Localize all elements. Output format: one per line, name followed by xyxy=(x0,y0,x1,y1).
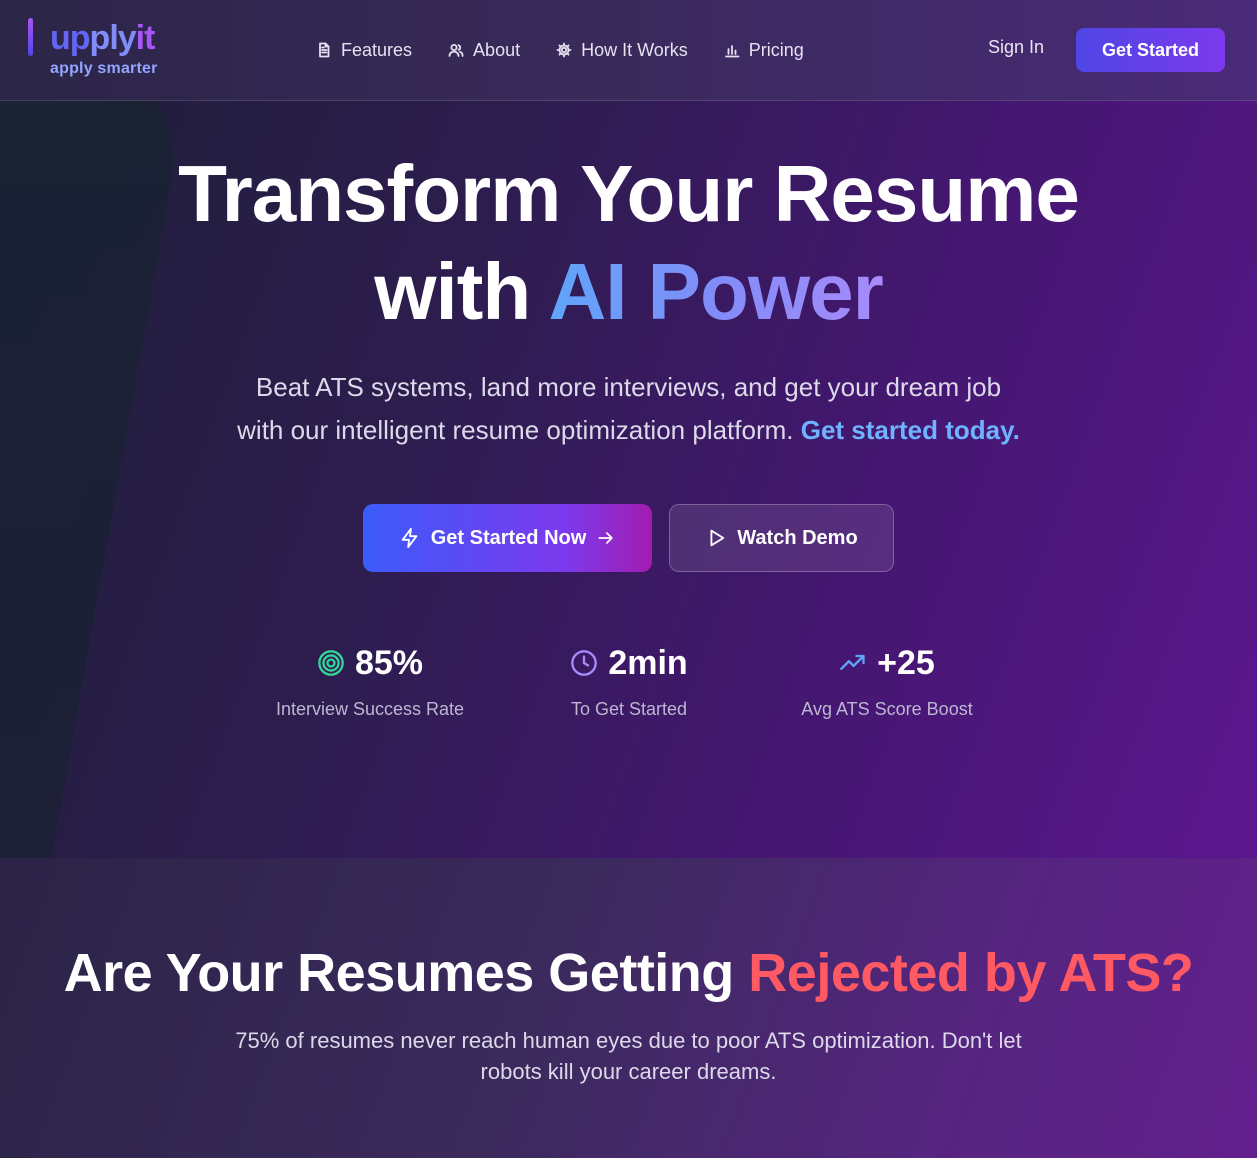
users-icon xyxy=(448,44,464,57)
top-navbar: upplyit apply smarter Features About How… xyxy=(0,0,1257,101)
section-subtitle-line1: 75% of resumes never reach human eyes du… xyxy=(235,1028,1022,1053)
hero-subtitle-line1: Beat ATS systems, land more interviews, … xyxy=(255,372,1002,402)
nav-item-label: How It Works xyxy=(581,39,688,60)
stat-top: +25 xyxy=(767,641,1007,685)
stat-label: Interview Success Rate xyxy=(275,699,465,719)
hero-subtitle-line2: with our intelligent resume optimization… xyxy=(0,409,1257,452)
hero-section: Transform Your Resume with AI Power Beat… xyxy=(0,101,1257,858)
document-icon xyxy=(319,42,330,58)
ats-rejection-section: Are Your Resumes Getting Rejected by ATS… xyxy=(0,858,1257,1158)
section-title: Are Your Resumes Getting Rejected by ATS… xyxy=(0,940,1257,1006)
stat-label: To Get Started xyxy=(570,699,688,719)
stat-top: 85% xyxy=(250,641,490,685)
nav-item-label: Features xyxy=(341,39,413,60)
target-icon xyxy=(318,650,344,676)
lightning-icon xyxy=(401,527,418,549)
nav-item-features[interactable]: Features xyxy=(316,36,412,64)
nav-item-label: About xyxy=(473,39,521,60)
clock-icon xyxy=(571,650,598,676)
stat-value: +25 xyxy=(877,643,935,682)
hero-title-prefix: with xyxy=(374,247,549,336)
hero-title-highlight: AI Power xyxy=(548,247,883,336)
get-started-now-label: Get Started Now xyxy=(430,526,587,549)
stat-label: Avg ATS Score Boost xyxy=(801,699,973,719)
stat-value: 85% xyxy=(354,643,424,682)
nav-item-about[interactable]: About xyxy=(448,36,520,64)
logo-part-ply: ply xyxy=(89,19,137,57)
get-started-today-link[interactable]: Get started today. xyxy=(801,415,1020,445)
section-title-prefix: Are Your Resumes Getting xyxy=(63,943,749,1003)
logo-bar xyxy=(28,18,33,56)
stat-value: 2min xyxy=(608,643,688,682)
sign-in-link[interactable]: Sign In xyxy=(988,37,1044,58)
watch-demo-button[interactable]: Watch Demo xyxy=(669,504,894,572)
gear-icon xyxy=(556,42,572,58)
arrow-right-icon xyxy=(598,532,613,544)
watch-demo-label: Watch Demo xyxy=(737,526,858,549)
get-started-now-button[interactable]: Get Started Now xyxy=(363,504,652,572)
stat-top: 2min xyxy=(509,641,749,685)
logo-tagline: apply smarter xyxy=(50,60,158,77)
hero-subtitle-text: with our intelligent resume optimization… xyxy=(237,415,801,445)
get-started-button[interactable]: Get Started xyxy=(1076,28,1225,72)
section-subtitle-line2: robots kill your career dreams. xyxy=(480,1059,777,1084)
stat-ats-boost: +25 Avg ATS Score Boost xyxy=(767,641,1007,720)
play-icon xyxy=(710,529,725,547)
nav-item-how-it-works[interactable]: How It Works xyxy=(556,36,688,64)
trending-up-icon xyxy=(840,654,865,670)
logo-part-it: it xyxy=(135,19,156,57)
logo-part-up: up xyxy=(50,19,91,57)
hero-title-line1: Transform Your Resume xyxy=(178,149,1080,238)
stat-interview-success: 85% Interview Success Rate xyxy=(250,641,490,720)
logo[interactable]: upplyit apply smarter xyxy=(28,16,188,82)
hero-title-line2: with AI Power xyxy=(0,243,1257,341)
nav-item-pricing[interactable]: Pricing xyxy=(724,36,804,64)
section-title-highlight: Rejected by ATS? xyxy=(748,943,1194,1003)
nav-item-label: Pricing xyxy=(748,39,804,60)
logo-wordmark: upplyit xyxy=(50,16,156,60)
stat-time-to-start: 2min To Get Started xyxy=(509,641,749,720)
bar-chart-icon xyxy=(724,45,740,58)
nav-links: Features About How It Works Pricing xyxy=(316,36,804,64)
